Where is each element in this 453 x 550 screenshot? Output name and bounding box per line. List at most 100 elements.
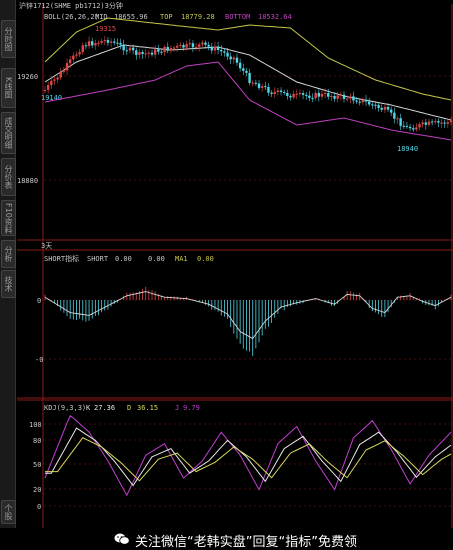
sidebar-tab[interactable]: 分价表 [1, 158, 16, 196]
candle-body [75, 54, 78, 56]
candle-body [424, 122, 428, 125]
candle-body [62, 70, 66, 72]
candle-body [226, 52, 229, 57]
candle-body [415, 127, 418, 130]
candle-body [72, 55, 75, 60]
candle-body [270, 92, 273, 94]
candle-body [371, 104, 374, 106]
candle-body [50, 80, 53, 86]
candle-body [437, 121, 440, 123]
candle-body [374, 104, 377, 106]
candle-body [220, 49, 223, 52]
kdj-d-value: 36.15 [137, 404, 158, 412]
price-tick-19260: 19260 [17, 73, 38, 81]
candle-body [97, 42, 100, 44]
candle-body [377, 105, 380, 108]
chart-area[interactable]: 沪锌1712(SHME pb1712)3分钟 BOLL(26,26,2) MID… [17, 0, 453, 528]
sidebar-tab[interactable]: 个股 [1, 500, 16, 524]
kdj-tick-50: 50 [33, 461, 41, 469]
candle-body [367, 101, 371, 105]
candle-body [323, 93, 327, 95]
candle-body [65, 63, 69, 71]
candle-body [119, 42, 122, 45]
candle-body [308, 95, 311, 98]
candle-body [122, 44, 125, 51]
candle-body [440, 122, 443, 124]
candle-body [330, 96, 333, 98]
sidebar-tab[interactable]: K线图 [1, 68, 16, 108]
candle-body [386, 107, 390, 110]
boll-top-value: 18779.28 [181, 13, 215, 21]
candle-body [311, 97, 314, 99]
short-header: SHORT指标 [44, 254, 79, 263]
candle-body [264, 86, 267, 88]
candle-body [213, 46, 217, 51]
candle-body [163, 46, 166, 53]
candle-body [405, 125, 409, 127]
candle-body [91, 41, 94, 46]
candle-body [333, 96, 336, 99]
candle-body [361, 99, 365, 103]
short-ma1-value: 0.00 [197, 255, 214, 263]
candle-body [383, 107, 387, 110]
candle-body [78, 52, 81, 55]
candle-body [396, 118, 399, 120]
sidebar: 分时图 K线图成交明细分价表 F10资料分析 技术个股 [0, 0, 16, 550]
watermark-text: 关注微信“老韩实盘”回复“指标”免费领 [135, 535, 357, 550]
candle-body [87, 41, 91, 47]
candle-body [210, 46, 214, 51]
sidebar-tab[interactable]: 技术 [1, 270, 16, 298]
candle-body [191, 43, 195, 48]
candle-body [289, 95, 292, 98]
kdj-j-value: 9.79 [183, 404, 200, 412]
candle-body [352, 96, 355, 101]
candle-body [364, 99, 368, 102]
candle-body [207, 44, 210, 47]
candle-body [314, 92, 317, 99]
candle-body [68, 59, 72, 64]
candle-body [157, 49, 160, 52]
short-label: SHORT [87, 255, 109, 263]
wechat-icon [114, 533, 130, 545]
candle-body [427, 121, 431, 125]
candle-body [59, 71, 62, 78]
boll-top-label: TOP [160, 13, 173, 21]
candle-body [292, 93, 295, 98]
candle-body [172, 47, 176, 49]
candle-body [235, 57, 239, 63]
annotation-low-right: 18940 [397, 145, 418, 153]
candle-body [254, 82, 258, 84]
candle-body [336, 95, 339, 99]
chart-title: 沪锌1712(SHME pb1712)3分钟 [19, 1, 123, 10]
candle-body [260, 86, 264, 88]
candle-body [238, 62, 242, 69]
candle-body [43, 89, 47, 91]
chart-canvas[interactable]: 沪锌1712(SHME pb1712)3分钟 BOLL(26,26,2) MID… [17, 0, 453, 528]
candle-body [53, 79, 56, 81]
candle-body [380, 107, 383, 110]
sidebar-tab[interactable]: F10资料 [1, 200, 16, 236]
sidebar-tab[interactable]: 分时图 [1, 20, 16, 58]
sidebar-tab[interactable]: 成交明细 [1, 112, 16, 154]
sidebar-tab[interactable]: 分析 [1, 240, 16, 268]
candle-body [267, 86, 270, 93]
candle-body [201, 42, 204, 45]
candle-body [402, 125, 405, 127]
candle-body [298, 93, 302, 95]
candle-body [125, 50, 129, 52]
kdj-tick-80: 80 [33, 437, 41, 445]
candle-body [182, 44, 185, 48]
candle-body [81, 45, 84, 53]
candle-body [204, 42, 207, 45]
candle-body [242, 68, 245, 71]
price-tick-18880: 18880 [17, 177, 38, 185]
candle-body [131, 47, 135, 51]
candle-body [150, 52, 154, 55]
candle-body [188, 43, 191, 45]
boll-mid-value: 18655.96 [114, 13, 148, 21]
candle-body [223, 51, 226, 53]
candle-body [153, 49, 157, 55]
candle-body [232, 57, 236, 60]
boll-mid-label: MID [95, 13, 108, 21]
candle-body [179, 44, 182, 46]
